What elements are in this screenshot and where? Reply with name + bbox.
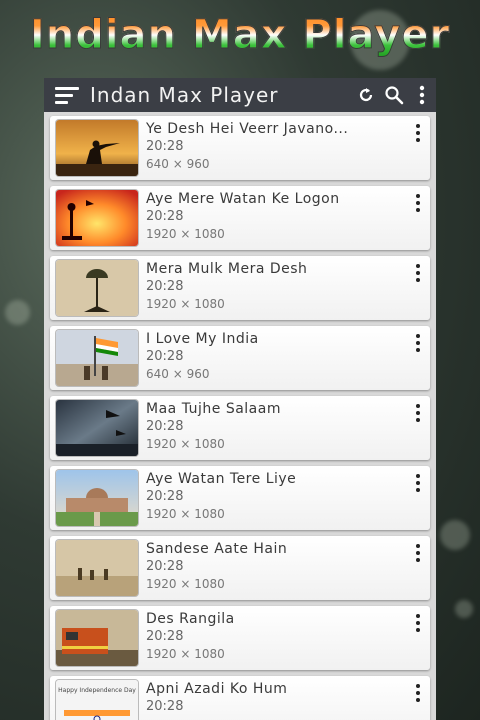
item-more-icon[interactable] <box>410 472 426 496</box>
app-title: Indan Max Player <box>90 83 279 107</box>
video-duration: 20:28 <box>146 209 184 224</box>
menu-icon[interactable] <box>44 78 90 112</box>
video-duration: 20:28 <box>146 349 184 364</box>
video-thumbnail: Happy Independence Day <box>56 680 138 720</box>
promo-title: Indian Max Player <box>0 12 480 59</box>
video-duration: 20:28 <box>146 699 184 714</box>
video-item[interactable]: Des Rangila 20:28 1920 × 1080 <box>50 606 430 670</box>
video-thumbnail <box>56 610 138 666</box>
app-screen: Indan Max Player Ye Desh Hei Veerr Javan… <box>44 78 436 720</box>
video-duration: 20:28 <box>146 279 184 294</box>
video-item[interactable]: Ye Desh Hei Veerr Javano... 20:28 640 × … <box>50 116 430 180</box>
thumbnail-caption: Happy Independence Day <box>58 687 136 694</box>
video-item[interactable]: I Love My India 20:28 640 × 960 <box>50 326 430 390</box>
video-list: Ye Desh Hei Veerr Javano... 20:28 640 × … <box>44 112 436 720</box>
video-title: Ye Desh Hei Veerr Javano... <box>146 121 349 137</box>
video-duration: 20:28 <box>146 139 184 154</box>
video-duration: 20:28 <box>146 419 184 434</box>
video-thumbnail <box>56 400 138 456</box>
video-item[interactable]: Mera Mulk Mera Desh 20:28 1920 × 1080 <box>50 256 430 320</box>
video-thumbnail <box>56 120 138 176</box>
video-title: Maa Tujhe Salaam <box>146 401 281 417</box>
video-resolution: 640 × 960 <box>146 367 210 381</box>
video-thumbnail <box>56 190 138 246</box>
video-resolution: 1920 × 1080 <box>146 297 225 311</box>
video-title: Apni Azadi Ko Hum <box>146 681 288 697</box>
video-thumbnail <box>56 330 138 386</box>
video-resolution: 1920 × 1080 <box>146 577 225 591</box>
item-more-icon[interactable] <box>410 122 426 146</box>
refresh-icon[interactable] <box>352 78 380 112</box>
video-resolution: 1920 × 1080 <box>146 227 225 241</box>
item-more-icon[interactable] <box>410 332 426 356</box>
search-icon[interactable] <box>380 78 408 112</box>
app-bar: Indan Max Player <box>44 78 436 112</box>
video-title: Sandese Aate Hain <box>146 541 288 557</box>
video-thumbnail <box>56 540 138 596</box>
video-duration: 20:28 <box>146 629 184 644</box>
item-more-icon[interactable] <box>410 262 426 286</box>
video-title: Aye Mere Watan Ke Logon <box>146 191 340 207</box>
video-item[interactable]: Aye Watan Tere Liye 20:28 1920 × 1080 <box>50 466 430 530</box>
video-title: Des Rangila <box>146 611 235 627</box>
video-resolution: 1920 × 1080 <box>146 647 225 661</box>
item-more-icon[interactable] <box>410 542 426 566</box>
video-title: Mera Mulk Mera Desh <box>146 261 308 277</box>
item-more-icon[interactable] <box>410 612 426 636</box>
video-duration: 20:28 <box>146 489 184 504</box>
video-duration: 20:28 <box>146 559 184 574</box>
item-more-icon[interactable] <box>410 192 426 216</box>
video-resolution: 1920 × 1080 <box>146 437 225 451</box>
video-thumbnail <box>56 260 138 316</box>
more-vert-icon[interactable] <box>408 78 436 112</box>
video-item[interactable]: Sandese Aate Hain 20:28 1920 × 1080 <box>50 536 430 600</box>
video-item[interactable]: Maa Tujhe Salaam 20:28 1920 × 1080 <box>50 396 430 460</box>
item-more-icon[interactable] <box>410 402 426 426</box>
video-thumbnail <box>56 470 138 526</box>
video-item[interactable]: Happy Independence Day Apni Azadi Ko Hum… <box>50 676 430 720</box>
item-more-icon[interactable] <box>410 682 426 706</box>
video-item[interactable]: Aye Mere Watan Ke Logon 20:28 1920 × 108… <box>50 186 430 250</box>
video-resolution: 1920 × 1080 <box>146 507 225 521</box>
video-resolution: 640 × 960 <box>146 157 210 171</box>
video-title: I Love My India <box>146 331 259 347</box>
video-title: Aye Watan Tere Liye <box>146 471 297 487</box>
